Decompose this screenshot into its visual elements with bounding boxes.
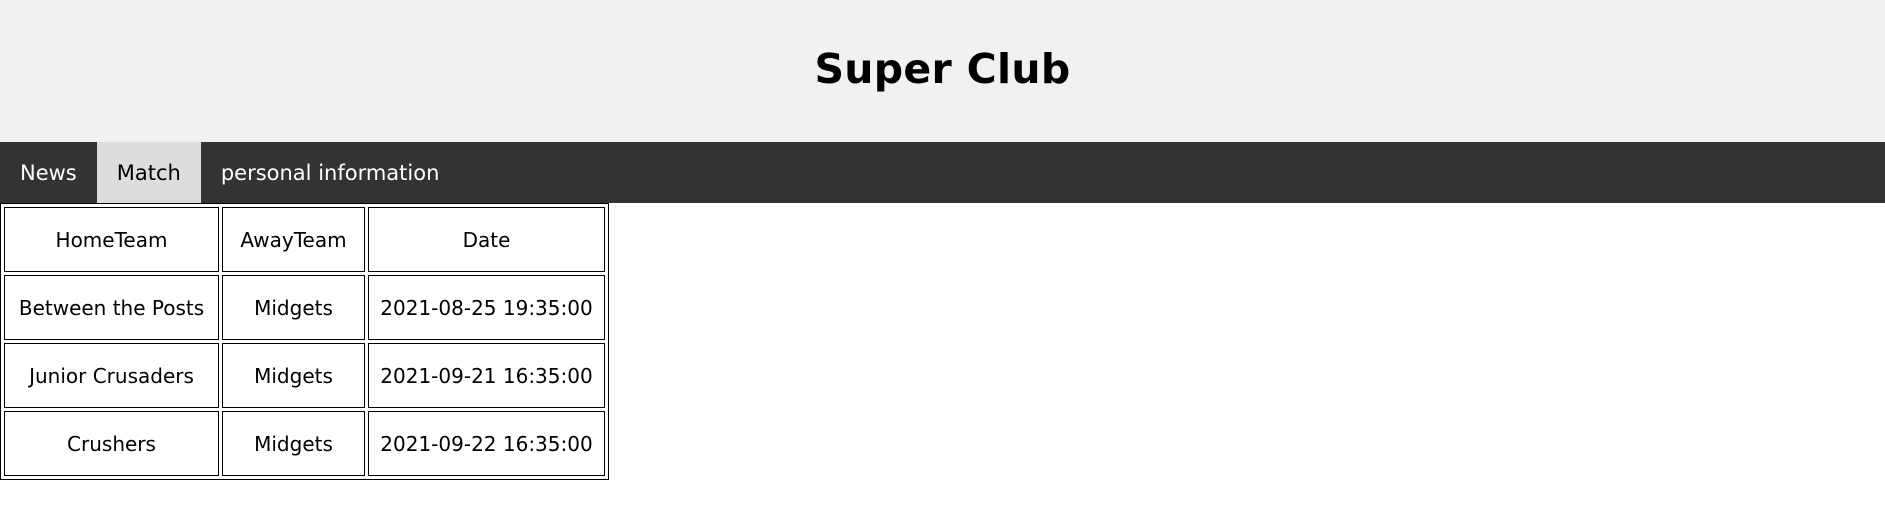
home-team-cell: Crushers: [4, 411, 219, 476]
match-table-container: HomeTeam AwayTeam Date Between the Posts…: [0, 203, 609, 480]
nav-item-personal-information[interactable]: personal information: [201, 142, 460, 203]
date-cell: 2021-09-22 16:35:00: [368, 411, 605, 476]
nav-item-match[interactable]: Match: [96, 142, 201, 203]
column-header-home-team: HomeTeam: [4, 207, 219, 272]
date-cell: 2021-09-21 16:35:00: [368, 343, 605, 408]
away-team-cell: Midgets: [222, 275, 365, 340]
away-team-cell: Midgets: [222, 343, 365, 408]
table-header-row: HomeTeam AwayTeam Date: [4, 207, 605, 272]
column-header-date: Date: [368, 207, 605, 272]
table-row: Between the Posts Midgets 2021-08-25 19:…: [4, 275, 605, 340]
site-title: Super Club: [814, 45, 1071, 93]
table-row: Junior Crusaders Midgets 2021-09-21 16:3…: [4, 343, 605, 408]
date-cell: 2021-08-25 19:35:00: [368, 275, 605, 340]
home-team-cell: Junior Crusaders: [4, 343, 219, 408]
home-team-cell: Between the Posts: [4, 275, 219, 340]
match-table: HomeTeam AwayTeam Date Between the Posts…: [0, 203, 609, 480]
column-header-away-team: AwayTeam: [222, 207, 365, 272]
away-team-cell: Midgets: [222, 411, 365, 476]
site-header: Super Club: [0, 0, 1885, 142]
top-navbar: News Match personal information: [0, 142, 1885, 203]
nav-item-news[interactable]: News: [0, 142, 97, 203]
table-row: Crushers Midgets 2021-09-22 16:35:00: [4, 411, 605, 476]
